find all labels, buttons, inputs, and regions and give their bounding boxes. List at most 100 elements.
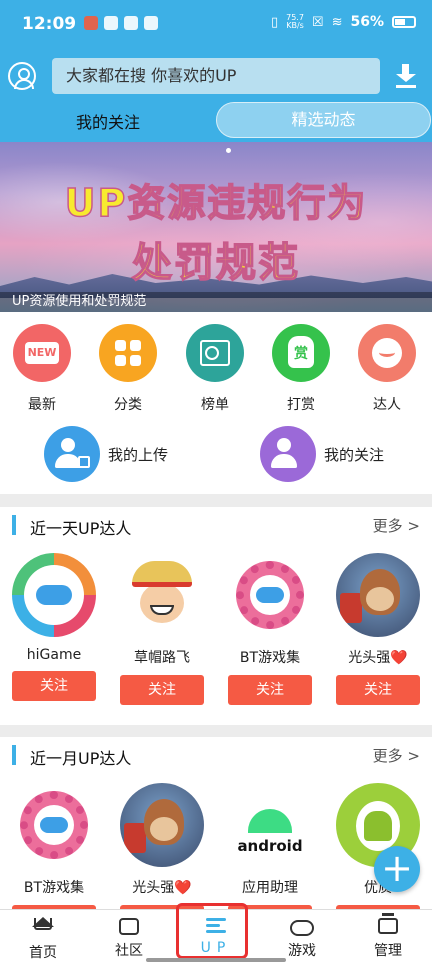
tab-my-follow[interactable]: 我的关注 <box>0 104 216 142</box>
my-uploads-label: 我的上传 <box>108 445 169 464</box>
up-card[interactable]: android 应用助理 关注 <box>226 783 314 909</box>
mascot-icon <box>358 324 416 382</box>
home-icon <box>31 917 55 940</box>
speed-unit: KB/s <box>286 21 304 30</box>
highlight-box <box>176 903 248 959</box>
nav-home[interactable]: 首页 <box>0 910 86 964</box>
daily-up-section: 近一天UP达人 更多 > hiGame 关注 草帽路飞 关注 BT游戏集 关注 … <box>0 507 432 725</box>
reward-badge: 赏 <box>288 336 314 368</box>
leaf-notification-icon <box>104 16 118 30</box>
monthly-up-section: 近一月UP达人 更多 > BT游戏集 关注 光头强❤️ 关注 android 应… <box>0 737 432 909</box>
up-card[interactable]: 光头强❤️ 关注 <box>334 553 422 705</box>
nav-label: 游戏 <box>288 943 316 959</box>
bald-qiang-avatar[interactable] <box>336 553 420 637</box>
more-link[interactable]: 更多 > <box>373 515 420 536</box>
notification-icons <box>84 16 158 30</box>
grid-icon <box>99 324 157 382</box>
banner-caption: UP资源使用和处罚规范 <box>0 292 432 312</box>
user-upload-icon <box>44 426 100 482</box>
section-title: 近一天UP达人 <box>30 519 132 538</box>
category-panel: NEW 最新 分类 榜单 赏 打赏 达人 我的上传 我的关注 <box>0 312 432 494</box>
status-right: ▯ 75.7 KB/s ☒ ≋ 56% <box>271 14 416 30</box>
section-accent-bar <box>12 745 16 765</box>
certificate-icon <box>186 324 244 382</box>
category-experts[interactable]: 达人 <box>357 324 417 414</box>
new-icon: NEW <box>13 324 71 382</box>
up-card[interactable]: BT游戏集 关注 <box>226 553 314 705</box>
battery-percent: 56% <box>350 14 384 30</box>
up-card[interactable]: 光头强❤️ 关注 <box>118 783 206 909</box>
box-notification-icon <box>124 16 138 30</box>
category-label: 分类 <box>114 397 142 413</box>
up-card[interactable]: BT游戏集 关注 <box>10 783 98 909</box>
tab-featured[interactable]: 精选动态 <box>216 102 431 138</box>
sim-off-icon: ☒ <box>311 14 324 30</box>
status-bar: 12:09 ▯ 75.7 KB/s ☒ ≋ 56% <box>0 0 432 50</box>
android-avatar[interactable]: android <box>228 783 312 867</box>
category-reward[interactable]: 赏 打赏 <box>271 324 331 414</box>
category-label: 榜单 <box>201 397 229 413</box>
follow-button[interactable]: 关注 <box>12 671 96 701</box>
category-ranking[interactable]: 榜单 <box>185 324 245 414</box>
section-header: 近一月UP达人 更多 > <box>0 737 432 773</box>
section-header: 近一天UP达人 更多 > <box>0 507 432 543</box>
up-name: 光头强❤️ <box>348 650 408 666</box>
battery-icon <box>392 16 416 28</box>
nav-community[interactable]: 社区 <box>86 910 172 964</box>
new-badge: NEW <box>25 342 59 364</box>
manage-icon <box>376 913 400 938</box>
user-star-icon <box>260 426 316 482</box>
up-card[interactable]: hiGame 关注 <box>10 553 98 701</box>
gamepad-icon <box>290 916 314 938</box>
tv-icon <box>117 916 141 938</box>
nav-label: 社区 <box>115 943 143 959</box>
my-uploads-link[interactable]: 我的上传 <box>44 426 168 482</box>
nav-manage[interactable]: 管理 <box>345 910 431 964</box>
bald-qiang-avatar[interactable] <box>120 783 204 867</box>
up-card[interactable]: 草帽路飞 关注 <box>118 553 206 705</box>
category-label: 达人 <box>373 397 401 413</box>
nav-label: 管理 <box>374 943 402 959</box>
up-name: BT游戏集 <box>23 880 85 896</box>
home-indicator <box>146 958 286 962</box>
android-logo-text: android <box>237 837 303 855</box>
app-notification-icon <box>84 16 98 30</box>
follow-button[interactable]: 关注 <box>120 675 204 705</box>
nav-label: 首页 <box>29 945 57 961</box>
profile-avatar-icon[interactable] <box>8 62 36 90</box>
money-bag-icon: 赏 <box>272 324 330 382</box>
add-button[interactable]: + <box>374 846 420 892</box>
up-name: 光头强❤️ <box>132 880 192 896</box>
app-header: 大家都在搜 你喜欢的UP 我的关注 精选动态 <box>0 50 432 142</box>
up-name: 应用助理 <box>242 880 298 896</box>
nav-games[interactable]: 游戏 <box>259 910 345 964</box>
crown-notification-icon <box>144 16 158 30</box>
follow-button[interactable]: 关注 <box>228 675 312 705</box>
my-follows-link[interactable]: 我的关注 <box>260 426 384 482</box>
status-time: 12:09 <box>22 14 77 34</box>
category-label: 打赏 <box>287 397 315 413</box>
luffy-avatar[interactable] <box>120 553 204 637</box>
category-classify[interactable]: 分类 <box>98 324 158 414</box>
up-name: hiGame <box>26 647 82 663</box>
search-input[interactable]: 大家都在搜 你喜欢的UP <box>52 58 380 94</box>
network-speed: 75.7 KB/s <box>286 14 304 30</box>
banner-dot <box>226 148 231 153</box>
category-label: 最新 <box>28 397 56 413</box>
wifi-icon: ≋ <box>331 14 343 30</box>
category-latest[interactable]: NEW 最新 <box>12 324 72 414</box>
up-name: BT游戏集 <box>239 650 301 666</box>
promo-banner[interactable]: UP资源违规行为 处罚规范 UP资源使用和处罚规范 <box>0 142 432 312</box>
download-icon[interactable] <box>396 64 416 88</box>
follow-button[interactable]: 关注 <box>336 675 420 705</box>
banner-title-line2: 处罚规范 <box>131 239 300 287</box>
section-title: 近一月UP达人 <box>30 749 132 768</box>
vibrate-icon: ▯ <box>270 14 279 30</box>
bt-games-avatar[interactable] <box>12 783 96 867</box>
more-link[interactable]: 更多 > <box>373 745 420 766</box>
my-follows-label: 我的关注 <box>324 445 385 464</box>
bt-games-avatar[interactable] <box>228 553 312 637</box>
section-accent-bar <box>12 515 16 535</box>
higame-avatar[interactable] <box>12 553 96 637</box>
banner-title-line1: UP资源违规行为 <box>64 180 368 226</box>
